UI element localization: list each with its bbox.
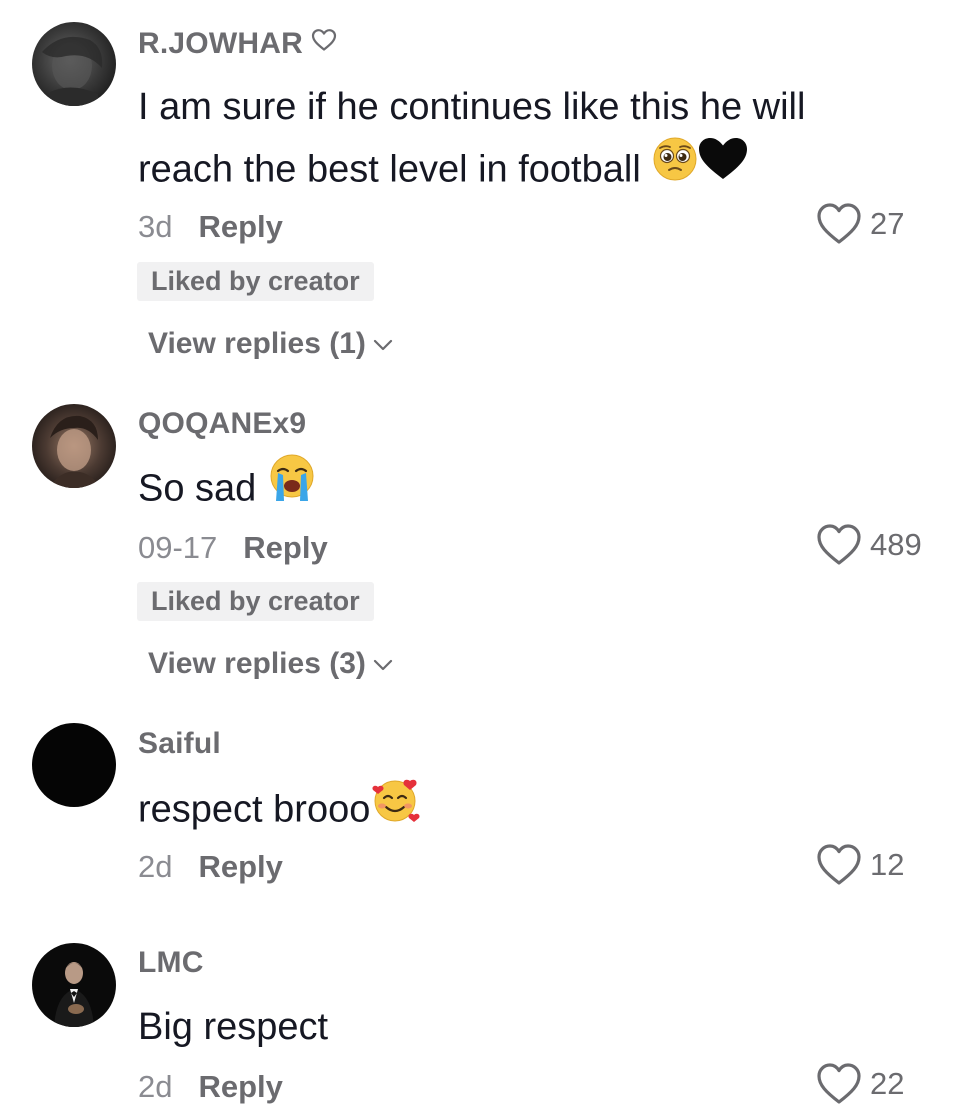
like-count: 489 <box>870 527 922 562</box>
like-button[interactable]: 27 <box>816 202 956 248</box>
like-button[interactable]: 22 <box>816 1062 956 1108</box>
username[interactable]: LMC <box>138 946 204 980</box>
view-replies-button[interactable]: View replies (3) <box>148 647 394 682</box>
username[interactable]: Saiful <box>138 727 221 761</box>
comment-text: Big respect <box>138 996 878 1058</box>
view-replies-button[interactable]: View replies (1) <box>148 327 394 362</box>
comment-meta: 09-17 Reply <box>138 530 328 566</box>
heart-outline-icon <box>817 524 861 565</box>
comment-meta: 2d Reply <box>138 1069 283 1105</box>
username-text: R.JOWHAR <box>138 27 303 60</box>
view-replies-label: View replies (1) <box>148 327 366 360</box>
liked-by-creator-badge: Liked by creator <box>137 262 374 301</box>
reply-button[interactable]: Reply <box>198 1069 282 1104</box>
reply-button[interactable]: Reply <box>198 209 282 244</box>
comment-time: 3d <box>138 209 173 244</box>
like-button[interactable]: 12 <box>816 843 956 889</box>
heart-outline-icon <box>817 844 861 885</box>
liked-by-creator-badge: Liked by creator <box>137 582 374 621</box>
smiling-face-with-hearts-emoji <box>370 773 422 844</box>
username[interactable]: R.JOWHAR <box>138 27 337 62</box>
comment-meta: 3d Reply <box>138 209 283 245</box>
comment-time: 2d <box>138 849 173 884</box>
username[interactable]: QOQANEx9 <box>138 407 306 441</box>
reply-button[interactable]: Reply <box>198 849 282 884</box>
like-button[interactable]: 489 <box>816 523 956 569</box>
view-replies-label: View replies (3) <box>148 647 366 680</box>
heart-outline-icon <box>817 1063 861 1104</box>
comment-text-content: respect brooo <box>138 788 371 831</box>
like-count: 22 <box>870 1066 905 1101</box>
comment-text: I am sure if he continues like this he w… <box>138 76 878 205</box>
black-heart-emoji <box>697 136 749 201</box>
username-text: Saiful <box>138 727 221 760</box>
pleading-face-emoji <box>651 135 699 202</box>
username-text: LMC <box>138 946 204 979</box>
comment-text-content: So sad <box>138 467 257 510</box>
comment-text-content: Big respect <box>138 1006 329 1048</box>
heart-outline-icon <box>817 203 861 244</box>
username-text: QOQANEx9 <box>138 407 307 440</box>
like-count: 12 <box>870 847 905 882</box>
chevron-down-icon <box>372 646 394 680</box>
reply-button[interactable]: Reply <box>243 530 327 565</box>
comment-time: 2d <box>138 1069 173 1104</box>
like-count: 27 <box>870 206 905 241</box>
avatar[interactable] <box>32 22 116 106</box>
avatar[interactable] <box>32 943 116 1027</box>
chevron-down-icon <box>372 326 394 360</box>
comment-time: 09-17 <box>138 530 218 565</box>
heart-outline-icon <box>311 26 337 60</box>
avatar[interactable] <box>32 404 116 488</box>
comment-text: respect brooo <box>138 776 878 847</box>
comment-text: So sad <box>138 453 878 525</box>
loudly-crying-face-emoji <box>267 453 317 522</box>
avatar[interactable] <box>32 723 116 807</box>
comment-meta: 2d Reply <box>138 849 283 885</box>
